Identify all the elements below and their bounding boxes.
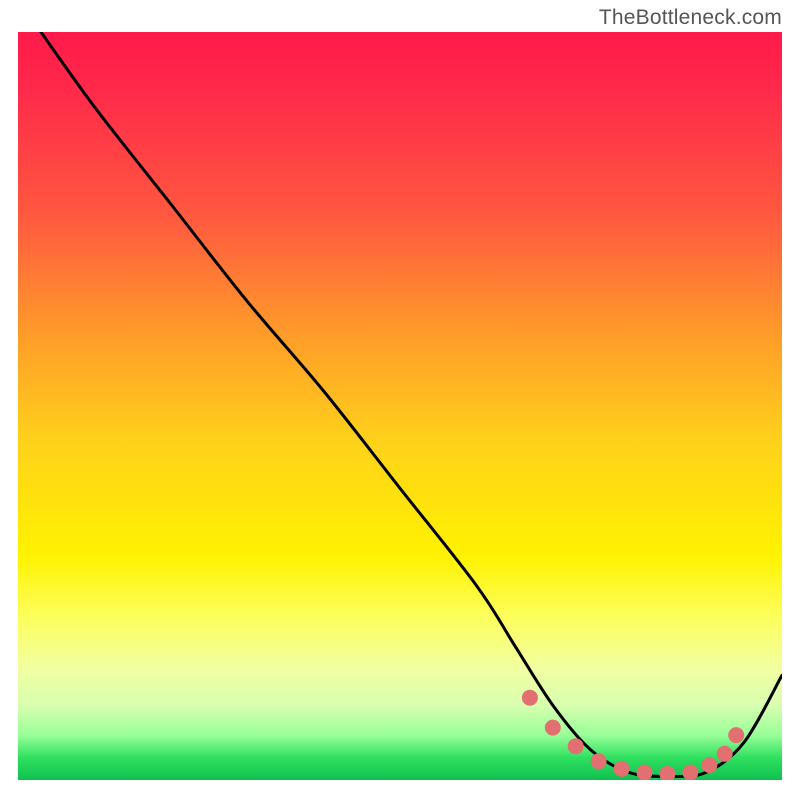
chart-container: TheBottleneck.com [0,0,800,800]
attribution-label: TheBottleneck.com [599,6,782,30]
plot-gradient-background [18,32,782,780]
